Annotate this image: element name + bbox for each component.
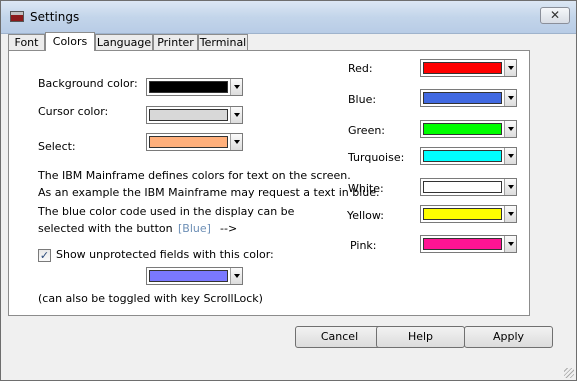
cursor-color-swatch (149, 109, 228, 121)
unprotected-label: Show unprotected fields with this color: (56, 248, 274, 261)
toggle-note: (can also be toggled with key ScrollLock… (38, 292, 263, 305)
info-line-3: The blue color code used in the display … (38, 205, 295, 218)
select-color-combo[interactable] (146, 133, 243, 151)
unprotected-color-swatch (149, 270, 228, 282)
app-icon (10, 11, 24, 22)
green-color-combo[interactable] (420, 120, 517, 138)
chevron-down-icon[interactable] (504, 236, 516, 252)
cursor-color-combo[interactable] (146, 106, 243, 124)
tab-terminal[interactable]: Terminal (198, 34, 248, 50)
chevron-down-icon[interactable] (504, 90, 516, 106)
white-color-swatch (423, 181, 502, 193)
background-color-swatch (149, 81, 228, 93)
background-color-label: Background color: (38, 77, 138, 90)
turquoise-label: Turquoise: (348, 151, 405, 164)
cursor-color-label: Cursor color: (38, 105, 109, 118)
red-label: Red: (348, 62, 373, 75)
select-color-label: Select: (38, 140, 76, 153)
pink-color-combo[interactable] (420, 235, 517, 253)
white-color-combo[interactable] (420, 178, 517, 196)
unprotected-checkbox[interactable]: ✓ (38, 249, 51, 262)
green-label: Green: (348, 124, 386, 137)
title-bar: Settings ✕ (1, 1, 576, 34)
info-line-1: The IBM Mainframe defines colors for tex… (38, 169, 351, 182)
chevron-down-icon[interactable] (504, 148, 516, 164)
chevron-down-icon[interactable] (230, 268, 242, 284)
select-color-swatch (149, 136, 228, 148)
unprotected-color-combo[interactable] (146, 267, 243, 285)
close-button[interactable]: ✕ (540, 7, 570, 24)
red-color-combo[interactable] (420, 59, 517, 77)
yellow-color-swatch (423, 208, 502, 220)
info-line-4: selected with the button (38, 222, 173, 235)
blue-color-swatch (423, 92, 502, 104)
chevron-down-icon[interactable] (230, 107, 242, 123)
help-button[interactable]: Help (376, 326, 465, 348)
resize-grip-icon[interactable] (564, 368, 574, 378)
tab-colors[interactable]: Colors (45, 32, 95, 51)
colors-panel: Background color: Cursor color: Select: … (8, 50, 530, 316)
info-line-2: As an example the IBM Mainframe may requ… (38, 186, 380, 199)
window-title: Settings (30, 10, 80, 24)
chevron-down-icon[interactable] (230, 79, 242, 95)
white-label: White: (348, 182, 384, 195)
red-color-swatch (423, 62, 502, 74)
tab-language[interactable]: Language (95, 34, 153, 50)
background-color-combo[interactable] (146, 78, 243, 96)
pink-label: Pink: (350, 239, 377, 252)
chevron-down-icon[interactable] (504, 60, 516, 76)
arrow-hint: --> (220, 222, 238, 235)
chevron-down-icon[interactable] (230, 134, 242, 150)
turquoise-color-combo[interactable] (420, 147, 517, 165)
chevron-down-icon[interactable] (504, 121, 516, 137)
pink-color-swatch (423, 238, 502, 250)
chevron-down-icon[interactable] (504, 179, 516, 195)
apply-button[interactable]: Apply (464, 326, 553, 348)
blue-hint: [Blue] (178, 222, 211, 235)
yellow-label: Yellow: (347, 209, 384, 222)
blue-color-combo[interactable] (420, 89, 517, 107)
turquoise-color-swatch (423, 150, 502, 162)
settings-window: Settings ✕ Font Colors Language Printer … (0, 0, 577, 381)
tab-font[interactable]: Font (8, 34, 45, 50)
tab-printer[interactable]: Printer (153, 34, 198, 50)
yellow-color-combo[interactable] (420, 205, 517, 223)
cancel-button[interactable]: Cancel (295, 326, 384, 348)
blue-label: Blue: (348, 93, 377, 106)
green-color-swatch (423, 123, 502, 135)
chevron-down-icon[interactable] (504, 206, 516, 222)
